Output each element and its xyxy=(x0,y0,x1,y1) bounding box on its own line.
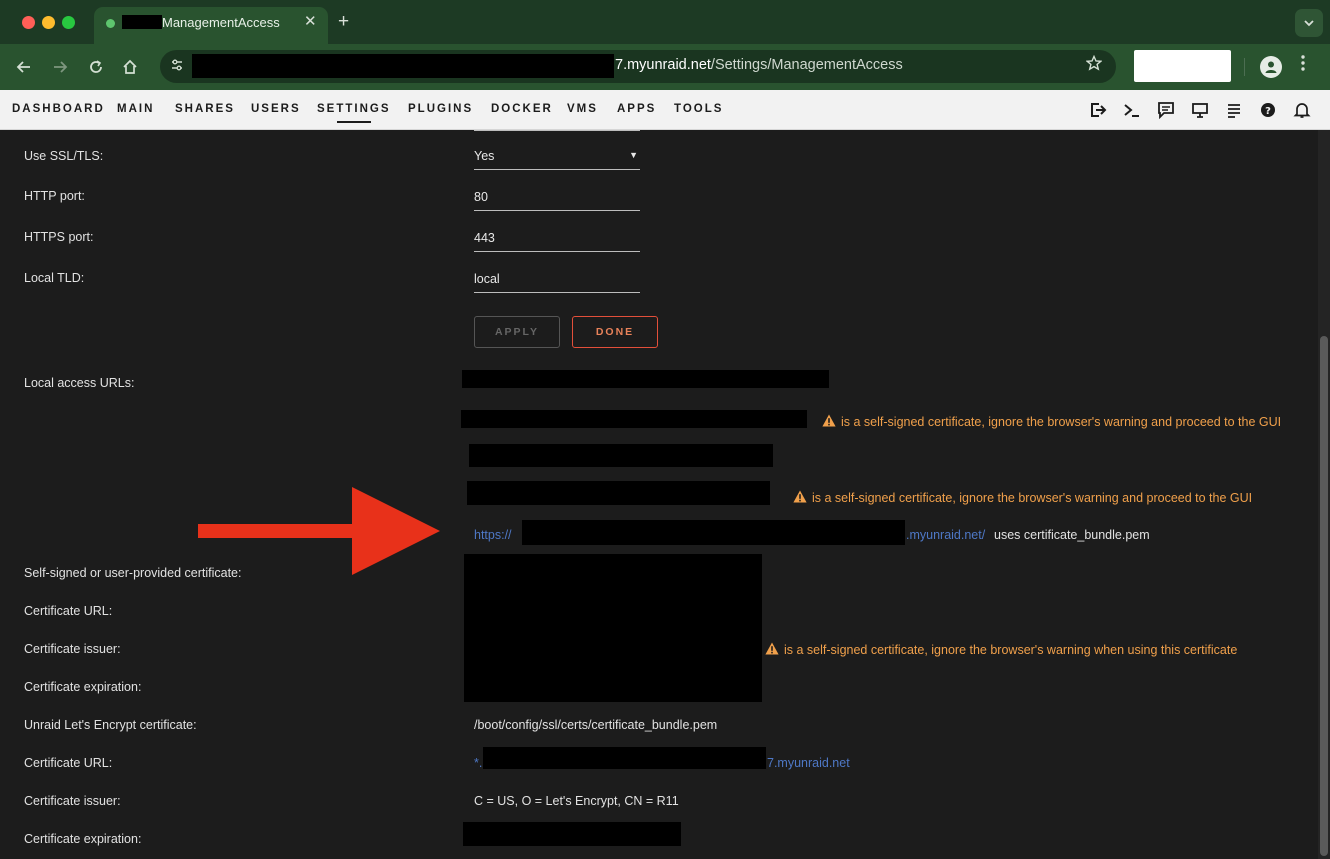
new-tab-button[interactable]: + xyxy=(338,11,349,33)
ssl-select-value: Yes xyxy=(474,149,495,163)
reload-button[interactable] xyxy=(84,55,108,79)
nav-apps[interactable]: APPS xyxy=(617,103,656,115)
reload-icon xyxy=(90,60,102,73)
self-signed-cert-expiration-label: Certificate expiration: xyxy=(24,680,142,694)
nav-plugins[interactable]: PLUGINS xyxy=(408,103,473,115)
scrollbar-thumb[interactable] xyxy=(1320,336,1328,856)
arrow-left-icon xyxy=(16,61,30,73)
warning-icon xyxy=(822,414,836,427)
caret-down-icon: ▼ xyxy=(629,150,638,160)
redacted-expiration xyxy=(463,822,681,846)
self-signed-warning-1: is a self-signed certificate, ignore the… xyxy=(822,414,1281,429)
tab-close-icon[interactable]: ✕ xyxy=(304,12,317,30)
self-signed-cert-url-label: Certificate URL: xyxy=(24,604,113,618)
chevron-down-icon xyxy=(1304,20,1314,27)
site-info-icon[interactable] xyxy=(168,58,186,76)
bell-icon[interactable] xyxy=(1293,101,1311,119)
uses-certificate-text: uses certificate_bundle.pem xyxy=(994,528,1150,542)
self-signed-warning-3: is a self-signed certificate, ignore the… xyxy=(765,642,1237,657)
nav-settings[interactable]: SETTINGS xyxy=(317,103,391,123)
monitor-icon[interactable] xyxy=(1191,101,1209,119)
warning-text: is a self-signed certificate, ignore the… xyxy=(812,491,1253,505)
ssl-select[interactable]: Yes ▼ xyxy=(474,144,640,170)
redacted-self-signed-details xyxy=(464,554,762,702)
window-close-button[interactable] xyxy=(22,16,35,29)
warning-text: is a self-signed certificate, ignore the… xyxy=(784,643,1238,657)
letsencrypt-url-suffix[interactable]: 7.myunraid.net xyxy=(767,756,850,770)
bookmark-star-icon[interactable] xyxy=(1085,54,1103,76)
self-signed-cert-issuer-label: Certificate issuer: xyxy=(24,642,121,656)
extension-area[interactable] xyxy=(1134,50,1231,82)
redacted-url xyxy=(192,54,614,78)
nav-users[interactable]: USERS xyxy=(251,103,301,115)
nav-tools[interactable]: TOOLS xyxy=(674,103,723,115)
warning-icon xyxy=(793,490,807,503)
redacted-url-4 xyxy=(467,481,770,505)
redacted-url-1 xyxy=(462,370,829,388)
home-icon xyxy=(123,59,137,74)
nav-docker[interactable]: DOCKER xyxy=(491,103,553,115)
window-minimize-button[interactable] xyxy=(42,16,55,29)
self-signed-warning-2: is a self-signed certificate, ignore the… xyxy=(793,490,1252,505)
nav-vms[interactable]: VMS xyxy=(567,103,598,115)
https-port-input[interactable]: 443 xyxy=(474,226,640,252)
feedback-icon[interactable] xyxy=(1157,101,1175,120)
toolbar-divider xyxy=(1244,58,1245,76)
tab-search-button[interactable] xyxy=(1295,9,1323,37)
address-bar[interactable]: 7.myunraid.net/Settings/ManagementAccess xyxy=(160,50,1116,83)
letsencrypt-issuer-label: Certificate issuer: xyxy=(24,794,121,808)
forward-button[interactable] xyxy=(48,55,72,79)
arrow-right-icon xyxy=(54,61,68,73)
http-port-label: HTTP port: xyxy=(24,189,85,203)
redacted-url-3 xyxy=(469,444,773,467)
annotation-arrow-icon xyxy=(198,487,440,575)
terminal-icon[interactable] xyxy=(1123,101,1141,119)
redacted-url-2 xyxy=(461,410,807,428)
browser-tab-strip: ManagementAccess ✕ + xyxy=(0,0,1330,44)
apply-button[interactable]: APPLY xyxy=(474,316,560,348)
https-port-label: HTTPS port: xyxy=(24,230,94,244)
letsencrypt-path: /boot/config/ssl/certs/certificate_bundl… xyxy=(474,718,718,732)
nav-main[interactable]: MAIN xyxy=(117,103,154,115)
letsencrypt-issuer-value: C = US, O = Let's Encrypt, CN = R11 xyxy=(474,794,679,808)
https-link-suffix[interactable]: .myunraid.net/ xyxy=(906,528,985,542)
url-path: /Settings/ManagementAccess xyxy=(710,57,903,73)
unraid-top-nav: DASHBOARD MAIN SHARES USERS SETTINGS PLU… xyxy=(0,90,1330,130)
nav-shares[interactable]: SHARES xyxy=(175,103,235,115)
svg-text:?: ? xyxy=(1265,106,1271,117)
url-text: 7.myunraid.net/Settings/ManagementAccess xyxy=(615,57,903,73)
warning-icon xyxy=(765,642,779,655)
redacted-tab-title xyxy=(122,15,162,29)
log-icon[interactable] xyxy=(1225,101,1243,119)
local-tld-input[interactable]: local xyxy=(474,267,640,293)
previous-field-underline xyxy=(474,130,640,131)
letsencrypt-url-label: Certificate URL: xyxy=(24,756,113,770)
done-button[interactable]: DONE xyxy=(572,316,658,348)
home-button[interactable] xyxy=(118,55,142,79)
redacted-hostname xyxy=(522,520,905,545)
tab-title: ManagementAccess xyxy=(162,15,280,30)
back-button[interactable] xyxy=(12,55,36,79)
browser-menu-icon[interactable] xyxy=(1300,54,1306,78)
url-domain: 7.myunraid.net xyxy=(615,57,711,73)
redacted-cert-url xyxy=(483,747,766,769)
http-port-input[interactable]: 80 xyxy=(474,185,640,211)
window-zoom-button[interactable] xyxy=(62,16,75,29)
letsencrypt-url-prefix[interactable]: *. xyxy=(474,756,482,770)
https-link-prefix[interactable]: https:// xyxy=(474,528,512,542)
logout-icon[interactable] xyxy=(1089,101,1107,119)
warning-text: is a self-signed certificate, ignore the… xyxy=(841,415,1282,429)
local-access-urls-label: Local access URLs: xyxy=(24,376,135,390)
browser-tab-active[interactable]: ManagementAccess ✕ xyxy=(94,7,328,44)
local-tld-label: Local TLD: xyxy=(24,271,85,285)
profile-avatar-icon[interactable] xyxy=(1260,56,1282,78)
tab-favicon-icon xyxy=(106,19,115,28)
nav-dashboard[interactable]: DASHBOARD xyxy=(12,103,105,115)
browser-toolbar: 7.myunraid.net/Settings/ManagementAccess xyxy=(0,44,1330,90)
letsencrypt-label: Unraid Let's Encrypt certificate: xyxy=(24,718,197,732)
letsencrypt-expiration-label: Certificate expiration: xyxy=(24,832,142,846)
help-icon[interactable]: ? xyxy=(1259,101,1277,119)
ssl-label: Use SSL/TLS: xyxy=(24,149,104,163)
